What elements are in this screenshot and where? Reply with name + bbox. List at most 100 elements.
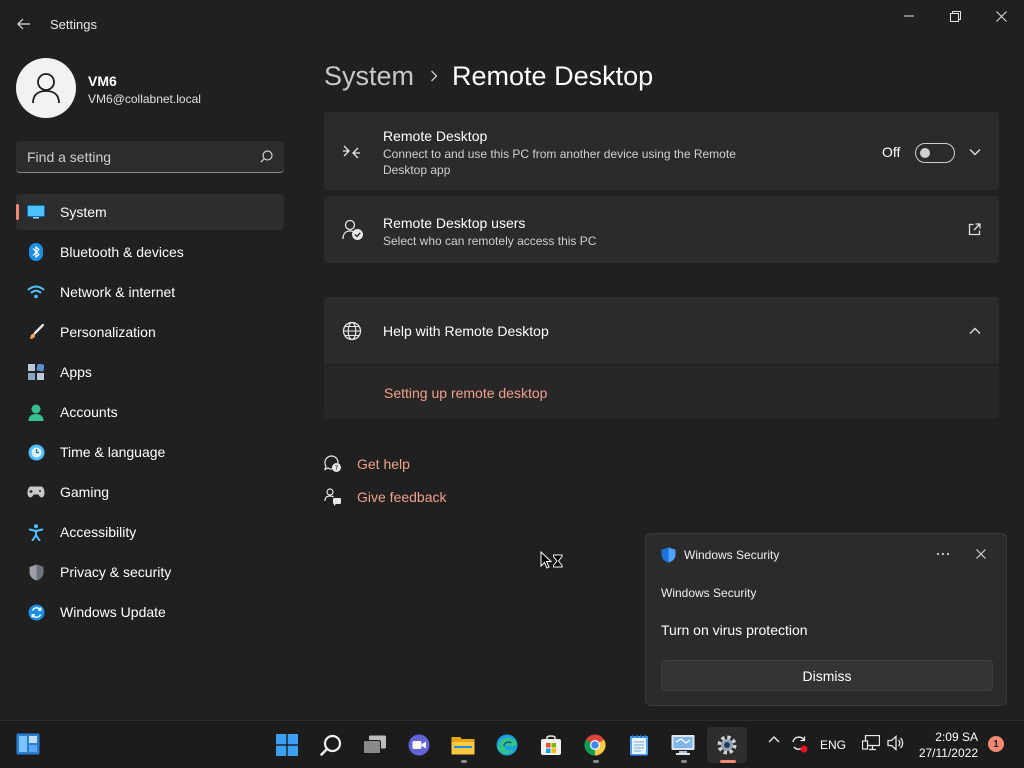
remote-desktop-icon [671,735,695,755]
search-input[interactable] [16,141,246,172]
tray-network[interactable] [860,735,882,751]
task-view-icon [363,735,386,754]
minimize-button[interactable] [886,4,932,28]
running-indicator [593,760,599,763]
toast-message: Turn on virus protection [661,622,808,638]
apps-icon [27,363,45,381]
search-icon[interactable] [260,150,273,163]
network-wired-icon [862,735,880,751]
get-help-link[interactable]: ? Get help [324,453,410,475]
sidebar-nav: System Bluetooth & devices Network & int… [16,194,284,634]
restore-button[interactable] [932,4,978,28]
toggle-state-label: Off [882,144,901,160]
sidebar-item-apps[interactable]: Apps [16,354,284,390]
chevron-right-icon [430,70,438,82]
remote-desktop-toggle[interactable] [915,143,955,163]
user-profile[interactable]: VM6 VM6@collabnet.local [16,58,286,118]
windows-security-toast[interactable]: Windows Security Windows Security Turn o… [645,533,1007,706]
close-button[interactable] [978,4,1024,28]
taskbar-search[interactable] [311,727,351,763]
sidebar-item-label: Windows Update [60,604,166,620]
taskbar-start[interactable] [267,727,307,763]
taskbar-settings[interactable] [707,727,747,763]
title-bar: Settings [0,0,1024,48]
windows-security-shield-icon [661,547,676,563]
chevron-up-icon[interactable] [969,327,981,335]
edge-icon [496,734,518,756]
tray-sync[interactable] [789,735,809,753]
sidebar-item-label: Network & internet [60,284,176,300]
remote-users-title: Remote Desktop users [383,215,526,231]
sidebar-item-personalization[interactable]: Personalization [16,314,284,350]
help-title: Help with Remote Desktop [383,323,549,339]
sidebar-item-label: Accessibility [60,524,137,540]
user-name: VM6 [88,73,117,89]
tray-volume[interactable] [885,735,907,751]
taskbar-chat[interactable] [399,727,439,763]
remote-desktop-description: Connect to and use this PC from another … [383,147,736,177]
settings-icon [717,735,737,755]
svg-text:?: ? [335,464,339,472]
sidebar-item-label: System [60,204,107,220]
back-arrow-icon [17,18,30,30]
get-help-label: Get help [357,456,410,472]
help-chat-icon: ? [324,455,342,473]
chrome-icon [584,734,606,756]
sidebar-item-time-language[interactable]: Time & language [16,434,284,470]
restore-icon [949,10,961,22]
avatar [16,58,76,118]
wifi-icon [27,283,45,301]
taskbar-task-view[interactable] [355,727,395,763]
give-feedback-link[interactable]: Give feedback [324,486,447,508]
input-language[interactable]: ENG [820,738,846,752]
sidebar-item-bluetooth[interactable]: Bluetooth & devices [16,234,284,270]
taskbar-store[interactable] [531,727,571,763]
chevron-down-icon[interactable] [969,148,981,156]
user-email: VM6@collabnet.local [88,92,201,106]
show-hidden-icons-button[interactable] [766,735,782,743]
notification-count-badge[interactable]: 1 [988,736,1004,752]
sidebar-item-label: Time & language [60,444,166,460]
taskbar-remote-desktop[interactable] [663,727,703,763]
toast-more-button[interactable] [933,546,953,562]
more-dots-icon [936,552,950,556]
sidebar-item-windows-update[interactable]: Windows Update [16,594,284,630]
remote-desktop-users-card[interactable]: Remote Desktop users Select who can remo… [324,196,999,263]
close-icon [995,10,1007,22]
sidebar-item-accessibility[interactable]: Accessibility [16,514,284,550]
help-card-header[interactable]: Help with Remote Desktop [324,297,999,364]
taskbar-notepad[interactable] [619,727,659,763]
toast-close-button[interactable] [973,546,989,562]
bluetooth-icon [27,243,45,261]
taskbar-edge[interactable] [487,727,527,763]
setting-up-remote-desktop-link[interactable]: Setting up remote desktop [384,385,547,401]
breadcrumb-parent[interactable]: System [324,61,414,92]
widgets-icon[interactable] [16,733,40,755]
shield-icon [27,563,45,581]
toast-heading: Windows Security [661,586,757,600]
search-box [16,141,284,173]
dismiss-button[interactable]: Dismiss [661,660,993,691]
taskbar-clock[interactable]: 2:09 SA 27/11/2022 [918,729,978,761]
sidebar-item-accounts[interactable]: Accounts [16,394,284,430]
sidebar-item-gaming[interactable]: Gaming [16,474,284,510]
remote-users-description: Select who can remotely access this PC [383,234,597,248]
sidebar-item-label: Privacy & security [60,564,172,580]
remote-desktop-card[interactable]: Remote Desktop Connect to and use this P… [324,112,999,190]
taskbar-file-explorer[interactable] [443,727,483,763]
sidebar-item-system[interactable]: System [16,194,284,230]
sidebar-item-privacy-security[interactable]: Privacy & security [16,554,284,590]
open-external-icon[interactable] [968,223,981,236]
teams-chat-icon [408,734,430,756]
active-indicator [720,760,736,763]
app-title: Settings [50,17,97,32]
store-icon [541,735,561,755]
remote-desktop-icon [343,145,360,159]
person-icon [32,73,60,104]
sidebar-item-network[interactable]: Network & internet [16,274,284,310]
back-button[interactable] [10,10,38,38]
volume-icon [887,735,904,751]
running-indicator [461,760,467,763]
taskbar-chrome[interactable] [575,727,615,763]
search-icon [320,734,342,756]
